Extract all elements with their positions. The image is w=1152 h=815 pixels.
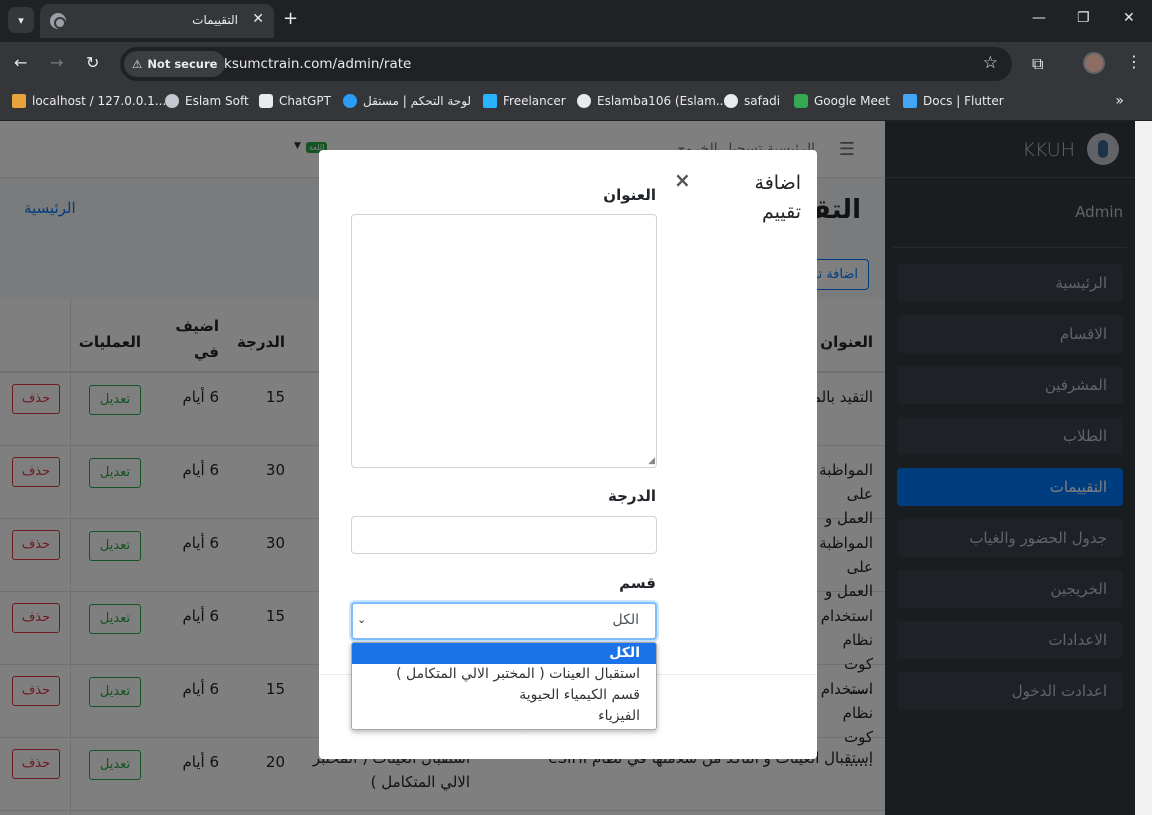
minimize-icon[interactable]: — <box>1032 10 1046 26</box>
new-tab-button[interactable]: + <box>283 8 298 30</box>
bookmark-item[interactable]: لوحة التحكم | مستقل <box>343 94 471 108</box>
bookmark-item[interactable]: Freelancer <box>483 94 566 108</box>
grade-label: الدرجة <box>608 487 656 505</box>
bookmark-item[interactable]: ChatGPT <box>259 94 331 108</box>
option-sample-reception[interactable]: استقبال العينات ( المختبر الالي المتكامل… <box>352 664 656 685</box>
bookmark-item[interactable]: localhost / 127.0.0.1... <box>12 94 166 108</box>
option-biochemistry[interactable]: قسم الكيمياء الحيوية <box>352 685 656 706</box>
more-bookmarks-icon[interactable]: » <box>1115 93 1124 109</box>
title-label: العنوان <box>603 186 656 204</box>
department-dropdown: الكل استقبال العينات ( المختبر الالي الم… <box>351 642 657 730</box>
close-tab-icon[interactable]: ✕ <box>252 11 264 27</box>
close-icon[interactable]: × <box>674 168 691 192</box>
grade-input[interactable] <box>351 516 657 554</box>
warning-icon: ⚠ <box>132 57 143 71</box>
tab-title: التقييمات <box>192 13 238 27</box>
bookmark-item[interactable]: safadi <box>724 94 780 108</box>
globe-icon <box>50 13 66 29</box>
github-icon <box>577 94 591 108</box>
chevron-down-icon: ⌄ <box>357 613 367 626</box>
bookmarks-bar: localhost / 127.0.0.1... Eslam Soft Chat… <box>0 86 1152 121</box>
bookmark-item[interactable]: Docs | Flutter <box>903 94 1004 108</box>
back-icon[interactable]: ← <box>14 53 27 72</box>
browser-menu-icon[interactable]: ⋮ <box>1126 52 1142 71</box>
option-all[interactable]: الكل <box>352 643 656 664</box>
chatgpt-icon <box>259 94 273 108</box>
department-select[interactable]: الكل ⌄ <box>351 602 657 640</box>
bookmark-item[interactable]: Eslamba106 (Eslam... <box>577 94 727 108</box>
bookmark-item[interactable]: Eslam Soft <box>165 94 249 108</box>
security-label: Not secure <box>147 57 218 71</box>
web-page: ☰ الرئيسية تسجيل الخروج اللغة ▼ التقييما… <box>0 121 1152 815</box>
github-icon <box>724 94 738 108</box>
mostaql-icon <box>343 94 357 108</box>
google-meet-icon <box>794 94 808 108</box>
restore-icon[interactable]: ❐ <box>1077 10 1090 26</box>
browser-tab[interactable]: التقييمات ✕ <box>40 4 274 38</box>
security-chip[interactable]: ⚠ Not secure <box>124 51 226 77</box>
extensions-icon[interactable]: ⧉ <box>1032 54 1043 74</box>
url-text[interactable]: ksumctrain.com/admin/rate <box>224 56 411 72</box>
bookmark-item[interactable]: Google Meet <box>794 94 890 108</box>
department-label: قسم <box>619 574 656 592</box>
browser-tab-bar: ▾ التقييمات ✕ + — ❐ ✕ <box>0 0 1152 42</box>
watermark: مستقل mostaql.com <box>508 730 733 754</box>
select-value: الكل <box>612 612 640 628</box>
resize-handle-icon[interactable]: ◢ <box>648 457 655 466</box>
bookmark-star-icon[interactable]: ☆ <box>983 53 998 73</box>
address-toolbar: ← → ↻ ⚠ Not secure ksumctrain.com/admin/… <box>0 42 1152 86</box>
phpmyadmin-icon <box>12 94 26 108</box>
flutter-icon <box>903 94 917 108</box>
page-scrollbar[interactable] <box>1135 121 1152 815</box>
tab-search-button[interactable]: ▾ <box>8 7 34 33</box>
forward-icon[interactable]: → <box>50 53 63 72</box>
option-physics[interactable]: الفيزياء <box>352 706 656 727</box>
globe-icon <box>165 94 179 108</box>
close-window-icon[interactable]: ✕ <box>1123 10 1135 26</box>
freelancer-icon <box>483 94 497 108</box>
modal-title: اضافة تقييم <box>754 172 801 223</box>
reload-icon[interactable]: ↻ <box>86 53 99 72</box>
profile-avatar[interactable] <box>1083 52 1105 74</box>
add-rate-modal: اضافة تقييم × العنوان ◢ الدرجة قسم الكل … <box>319 150 817 759</box>
title-textarea[interactable]: ◢ <box>351 214 657 468</box>
omnibox[interactable]: ⚠ Not secure ksumctrain.com/admin/rate ☆ <box>120 47 1012 81</box>
